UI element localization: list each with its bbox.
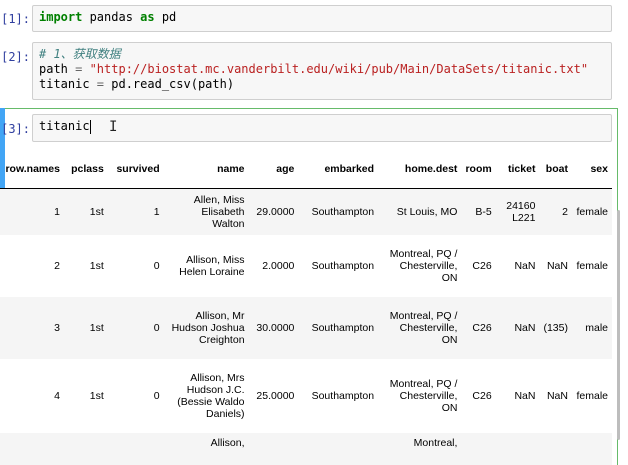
table-cell: Montreal, PQ / Chesterville, ON [389,247,458,284]
table-cell: NaN [546,389,568,402]
table-cell [249,433,299,465]
table-cell: 0 [153,259,160,272]
table-cell [108,433,164,465]
code-text: pd [154,10,177,24]
table-row: 4 1st 0 Allison, Mrs Hudson J.C. (Bessie… [0,358,612,433]
table-cell: 0 [153,321,160,334]
table-cell [461,433,495,465]
cell-1-prompt: [1]: [1,12,30,26]
table-cell: 1st [89,259,104,272]
table-cell: 3 [54,321,60,334]
column-header: home.dest [378,150,462,189]
column-header: age [248,150,299,189]
table-cell: Allison, Mr Hudson Joshua Creighton [171,309,245,346]
table-cell: 0 [153,389,160,402]
table-cell: 4 [54,389,60,402]
table-cell [0,433,64,465]
table-cell: NaN [514,259,536,272]
table-cell [298,433,378,465]
table-cell: Southampton [311,259,375,272]
table-row: Allison, Montreal, [0,432,612,465]
table-cell: (135) [543,321,568,334]
table-cell: Allen, Miss Elisabeth Walton [193,193,245,230]
table-cell: 1st [89,389,104,402]
table-cell: 24160 L221 [506,199,536,224]
table-cell: 1st [89,321,104,334]
table-cell: St Louis, MO [396,205,458,218]
text-cursor [89,119,91,134]
table-cell: 2 [54,259,60,272]
table-cell: 30.0000 [256,321,295,334]
column-header: embarked [298,150,379,189]
table-cell [64,433,108,465]
table-cell: 2.0000 [262,259,295,272]
code-text: titanic [39,119,90,133]
table-cell: C26 [472,389,492,402]
table-cell [539,433,572,465]
cell-1-editor[interactable]: import pandas as pd [32,5,612,32]
column-header: sex [571,150,612,189]
table-cell: 29.0000 [256,205,295,218]
code-text: pandas [82,10,141,24]
code-text: path [39,62,76,76]
code-keyword: as [140,10,155,24]
code-keyword: import [39,10,83,24]
table-cell: C26 [472,321,492,334]
table-cell: Allison, Mrs Hudson J.C. (Bessie Waldo D… [177,371,245,420]
table-cell: 1st [89,205,104,218]
table-row: 3 1st 0 Allison, Mr Hudson Joshua Creigh… [0,296,612,359]
cell-2-prompt: [2]: [1,50,30,64]
cell-3-output: row.names pclass survived name age embar… [0,150,612,465]
ibeam-cursor-icon: I [109,119,118,135]
table-cell: male [585,321,608,334]
table-cell: Allison, Miss Helen Loraine [179,253,245,278]
code-string: "http://biostat.mc.vanderbilt.edu/wiki/p… [82,62,589,76]
table-row: 2 1st 0 Allison, Miss Helen Loraine 2.00… [0,234,612,297]
column-header: pclass [63,150,108,189]
table-cell: 2 [562,205,568,218]
table-cell [572,433,612,465]
output-scrollbar[interactable] [617,210,620,440]
column-header: survived [107,150,164,189]
code-text: pd.read_csv(path) [104,77,235,91]
table-cell: NaN [514,321,536,334]
code-text: titanic [39,77,97,91]
code-comment: # 1、获取数据 [39,47,121,61]
cell-3-prompt: [3]: [1,122,30,136]
table-row: 1 1st 1 Allen, Miss Elisabeth Walton 29.… [0,188,612,235]
cell-3-editor[interactable]: titanic [32,114,612,142]
table-cell [496,433,540,465]
cell-2-editor[interactable]: # 1、获取数据 path = "http://biostat.mc.vande… [32,42,612,100]
table-cell: Southampton [311,205,375,218]
table-cell: Southampton [311,321,375,334]
table-cell: Allison, [210,436,245,449]
table-cell: female [576,205,608,218]
table-cell: 25.0000 [256,389,295,402]
dataframe-table: row.names pclass survived name age embar… [0,150,612,465]
table-cell: Montreal, PQ / Chesterville, ON [389,309,458,346]
table-cell: 1 [54,205,60,218]
column-header: name [163,150,249,189]
table-cell: NaN [546,259,568,272]
table-cell: Montreal, [413,436,458,449]
table-cell: B-5 [475,205,492,218]
column-header: room [461,150,496,189]
table-cell: NaN [514,389,536,402]
column-header: ticket [495,150,540,189]
column-header: row.names [0,150,64,189]
table-header-row: row.names pclass survived name age embar… [0,150,612,189]
column-header: boat [539,150,572,189]
table-cell: C26 [472,259,492,272]
table-cell: Southampton [311,389,375,402]
table-cell: Montreal, PQ / Chesterville, ON [389,377,458,414]
code-operator: = [96,77,105,91]
table-cell: 1 [153,205,160,218]
table-cell: female [576,259,608,272]
table-cell: female [576,389,608,402]
